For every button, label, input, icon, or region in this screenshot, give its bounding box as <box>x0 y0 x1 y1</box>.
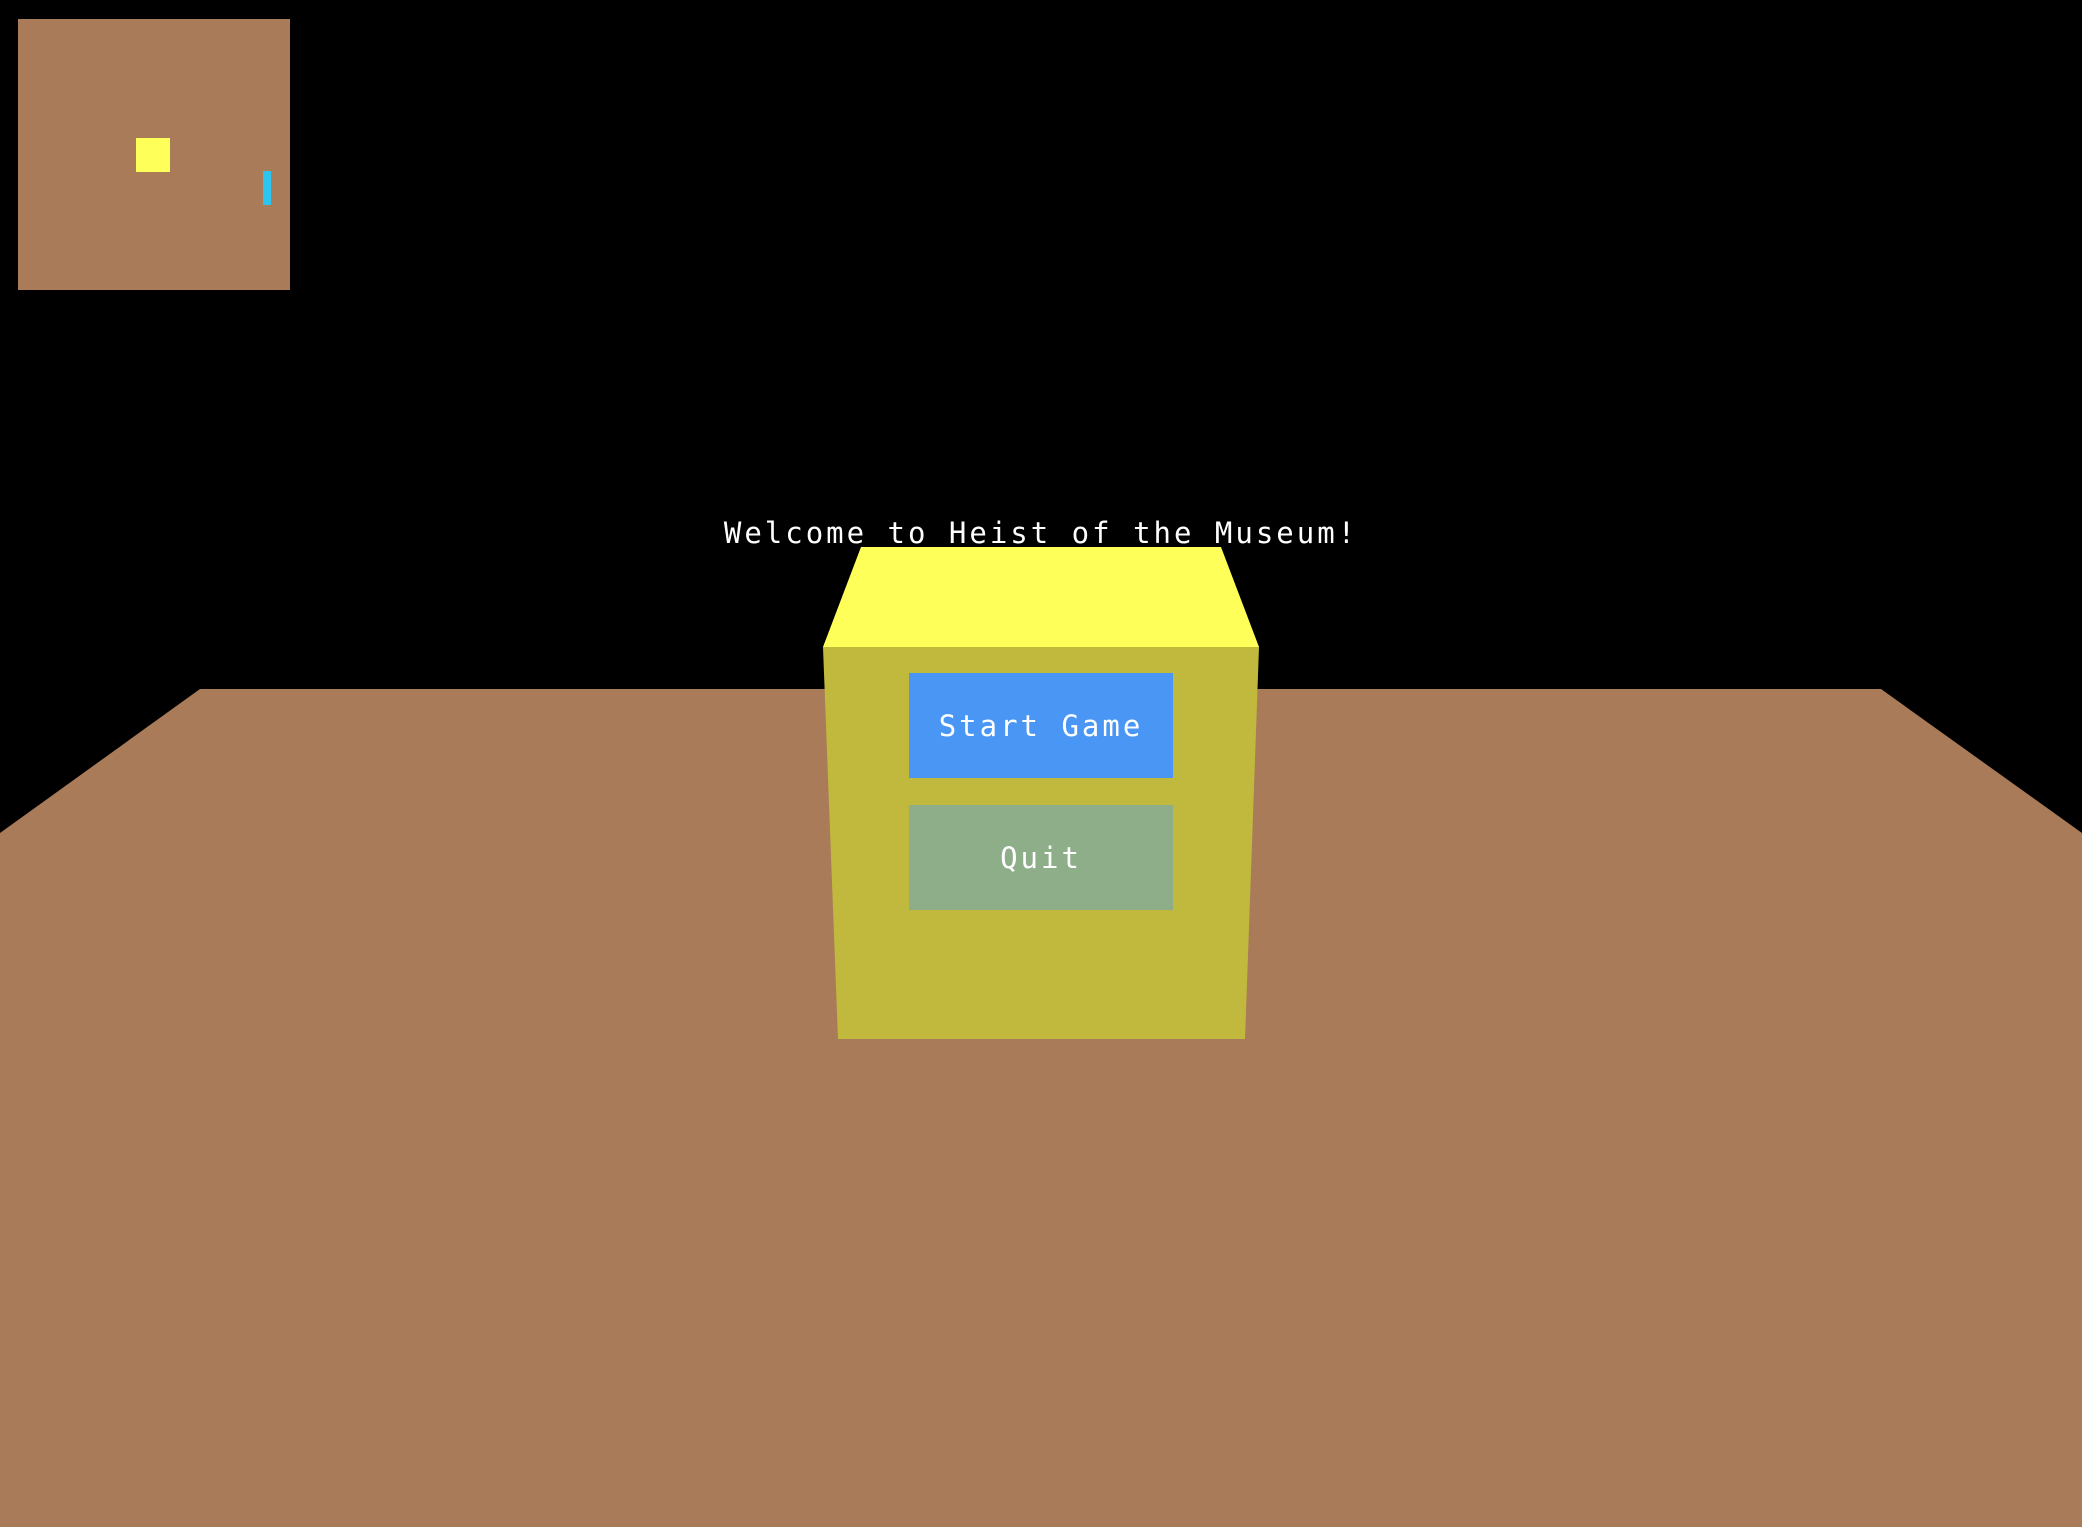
start-game-button[interactable]: Start Game <box>909 673 1173 778</box>
welcome-title: Welcome to Heist of the Museum! <box>723 516 1359 550</box>
minimap-exhibit-marker <box>136 138 170 172</box>
minimap <box>18 19 290 290</box>
display-cube-top <box>823 547 1259 647</box>
quit-button[interactable]: Quit <box>909 805 1173 910</box>
minimap-player-marker <box>263 171 271 205</box>
